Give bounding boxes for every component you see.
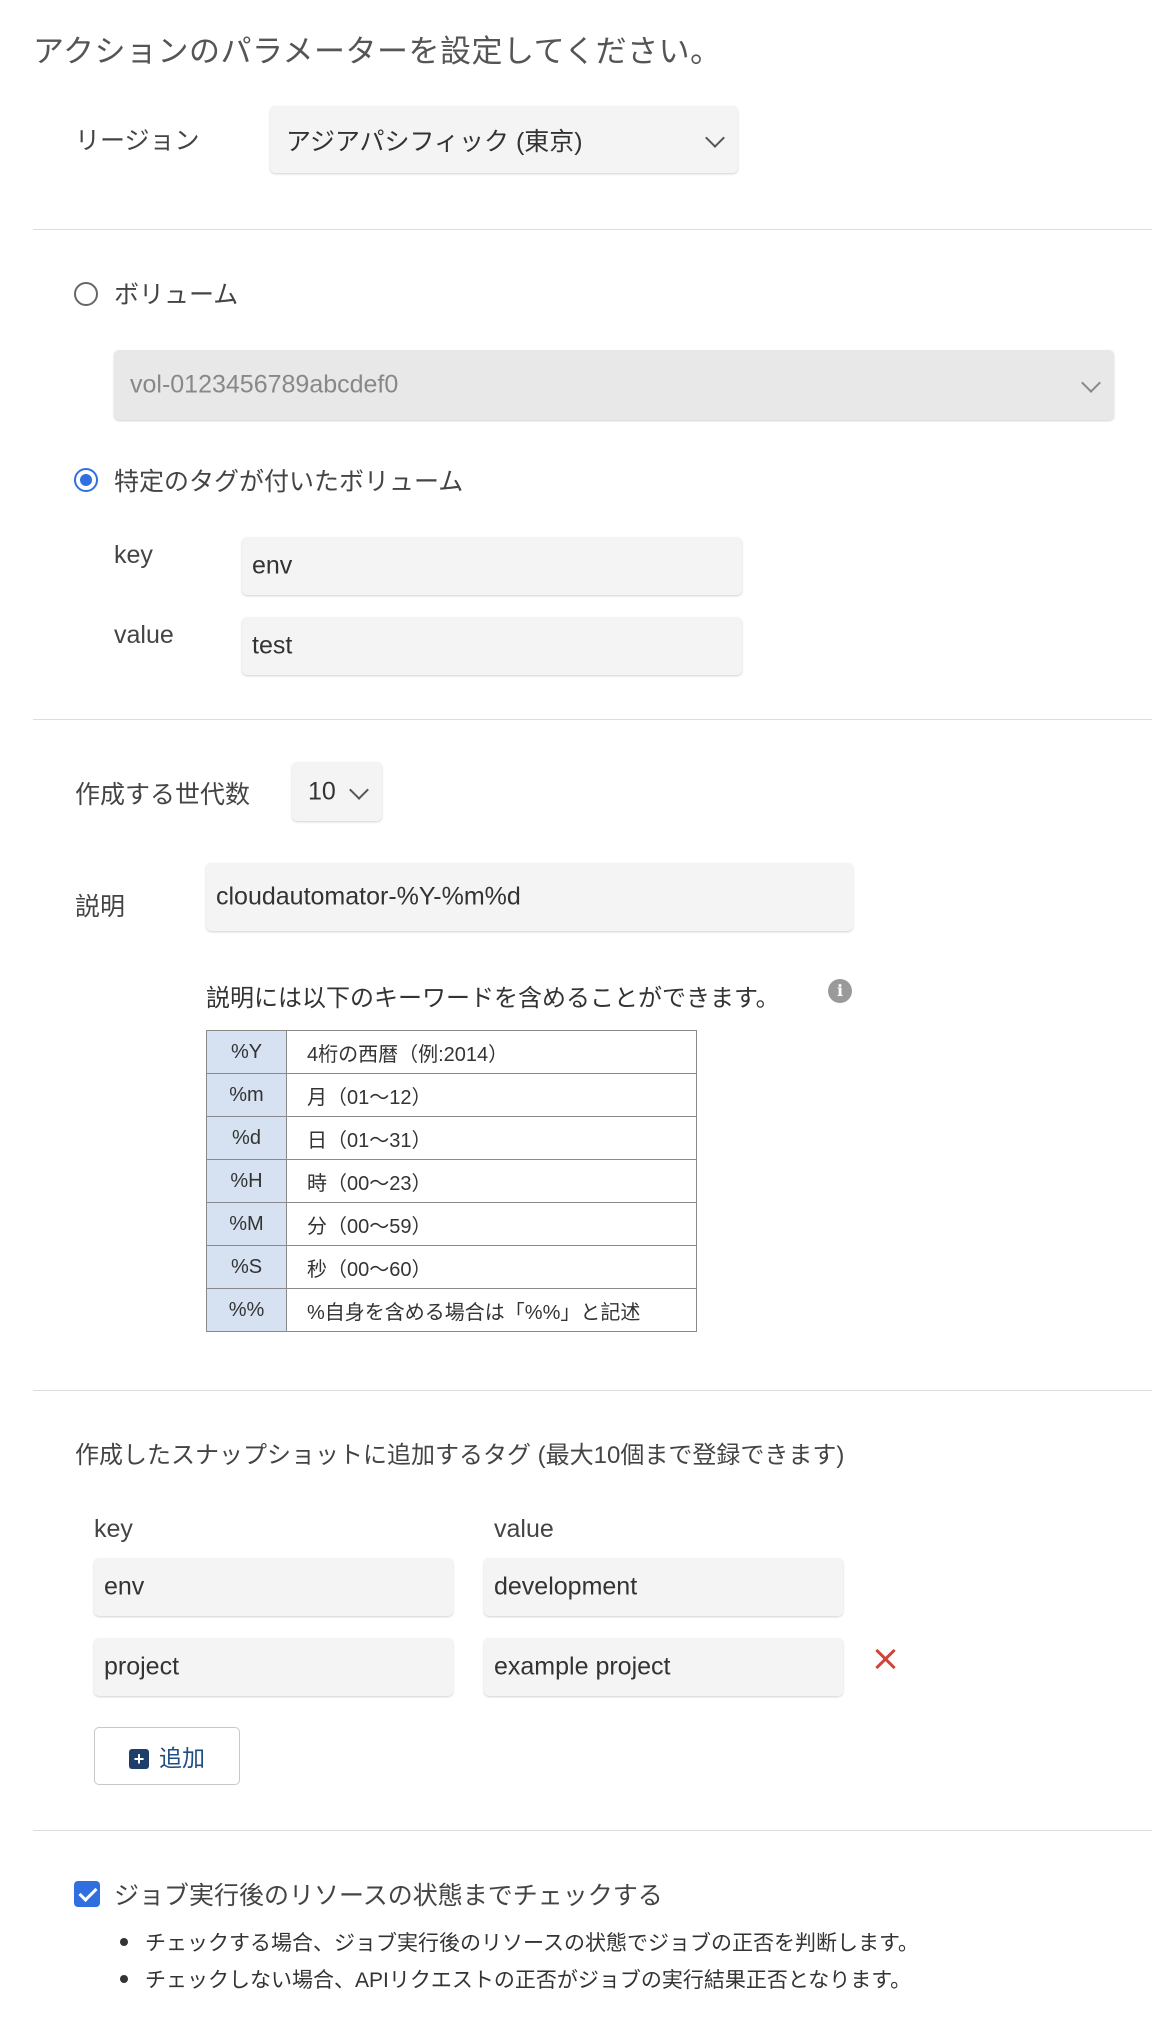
target-key-input[interactable]: env	[242, 537, 742, 595]
region-select[interactable]: アジアパシフィック (東京)	[270, 106, 738, 173]
keyword-code: %%	[206, 1288, 287, 1332]
plus-icon: +	[129, 1749, 149, 1769]
bullet	[120, 1975, 128, 1983]
description-label: 説明	[75, 893, 126, 921]
generations-label: 作成する世代数	[75, 781, 251, 809]
keyword-desc: 4桁の西暦（例:2014）	[286, 1030, 697, 1074]
tag-value-value: development	[494, 1572, 638, 1601]
keyword-code: %M	[206, 1202, 287, 1246]
volume-radio-label: ボリューム	[114, 281, 239, 309]
keyword-desc: 秒（00〜60）	[286, 1245, 697, 1289]
tag-value-header: value	[494, 1515, 554, 1543]
check-state-checkbox[interactable]	[74, 1881, 100, 1907]
description-value: cloudautomator-%Y-%m%d	[216, 882, 521, 911]
table-row: %H 時（00〜23）	[206, 1159, 697, 1203]
table-row: %m 月（01〜12）	[206, 1073, 697, 1117]
table-row: %% %自身を含める場合は「%%」と記述	[206, 1288, 697, 1332]
keyword-desc: %自身を含める場合は「%%」と記述	[286, 1288, 697, 1332]
info-icon[interactable]: i	[828, 979, 852, 1003]
table-row: %d 日（01〜31）	[206, 1116, 697, 1160]
keyword-hint: 説明には以下のキーワードを含めることができます。	[206, 985, 780, 1012]
keyword-desc: 月（01〜12）	[286, 1073, 697, 1117]
table-row: %Y 4桁の西暦（例:2014）	[206, 1030, 697, 1074]
keyword-code: %m	[206, 1073, 287, 1117]
divider	[33, 229, 1152, 230]
divider	[33, 1830, 1152, 1831]
chevron-down-icon	[705, 127, 725, 148]
target-key-value: env	[252, 551, 293, 580]
add-tag-label: 追加	[159, 1745, 205, 1771]
generations-select-value: 10	[308, 777, 336, 805]
tag-key-header: key	[94, 1515, 133, 1543]
keyword-table: %Y 4桁の西暦（例:2014） %m 月（01〜12） %d 日（01〜31）…	[206, 1030, 697, 1332]
tagged-volume-radio[interactable]	[74, 468, 98, 492]
add-tag-button[interactable]: + 追加	[94, 1727, 240, 1785]
snapshot-tags-heading: 作成したスナップショットに追加するタグ (最大10個まで登録できます)	[75, 1442, 845, 1469]
generations-select[interactable]: 10	[292, 762, 382, 821]
tag-value-input[interactable]: development	[484, 1558, 843, 1616]
divider	[33, 1390, 1152, 1391]
page-title: アクションのパラメーターを設定してください。	[33, 34, 722, 69]
tag-key-input[interactable]: env	[94, 1558, 453, 1616]
tag-key-value: env	[104, 1572, 145, 1601]
target-value-input[interactable]: test	[242, 617, 742, 675]
keyword-code: %d	[206, 1116, 287, 1160]
check-state-note: チェックしない場合、APIリクエストの正否がジョブの実行結果正否となります。	[145, 1969, 912, 1992]
table-row: %M 分（00〜59）	[206, 1202, 697, 1246]
keyword-desc: 日（01〜31）	[286, 1116, 697, 1160]
description-input[interactable]: cloudautomator-%Y-%m%d	[206, 863, 853, 931]
volume-select[interactable]: vol-0123456789abcdef0	[114, 350, 1114, 420]
keyword-desc: 分（00〜59）	[286, 1202, 697, 1246]
region-select-value: アジアパシフィック (東京)	[286, 127, 583, 156]
tag-value-input[interactable]: example project	[484, 1638, 843, 1696]
table-row: %S 秒（00〜60）	[206, 1245, 697, 1289]
chevron-down-icon	[1081, 373, 1101, 393]
target-value-label: value	[114, 621, 174, 649]
volume-radio[interactable]	[74, 282, 98, 306]
tagged-volume-radio-label: 特定のタグが付いたボリューム	[114, 468, 464, 496]
tag-key-value: project	[104, 1652, 180, 1681]
target-key-label: key	[114, 541, 153, 569]
check-state-note: チェックする場合、ジョブ実行後のリソースの状態でジョブの正否を判断します。	[145, 1932, 919, 1955]
bullet	[120, 1938, 128, 1946]
chevron-down-icon	[349, 779, 369, 800]
keyword-code: %S	[206, 1245, 287, 1289]
divider	[33, 719, 1152, 720]
delete-tag-icon[interactable]	[874, 1648, 896, 1670]
region-label: リージョン	[75, 127, 200, 155]
keyword-desc: 時（00〜23）	[286, 1159, 697, 1203]
check-state-label: ジョブ実行後のリソースの状態までチェックする	[114, 1882, 663, 1910]
keyword-code: %Y	[206, 1030, 287, 1074]
tag-value-value: example project	[494, 1652, 671, 1681]
tag-key-input[interactable]: project	[94, 1638, 453, 1696]
volume-select-value: vol-0123456789abcdef0	[130, 370, 399, 399]
keyword-code: %H	[206, 1159, 287, 1203]
target-value-value: test	[252, 631, 293, 660]
